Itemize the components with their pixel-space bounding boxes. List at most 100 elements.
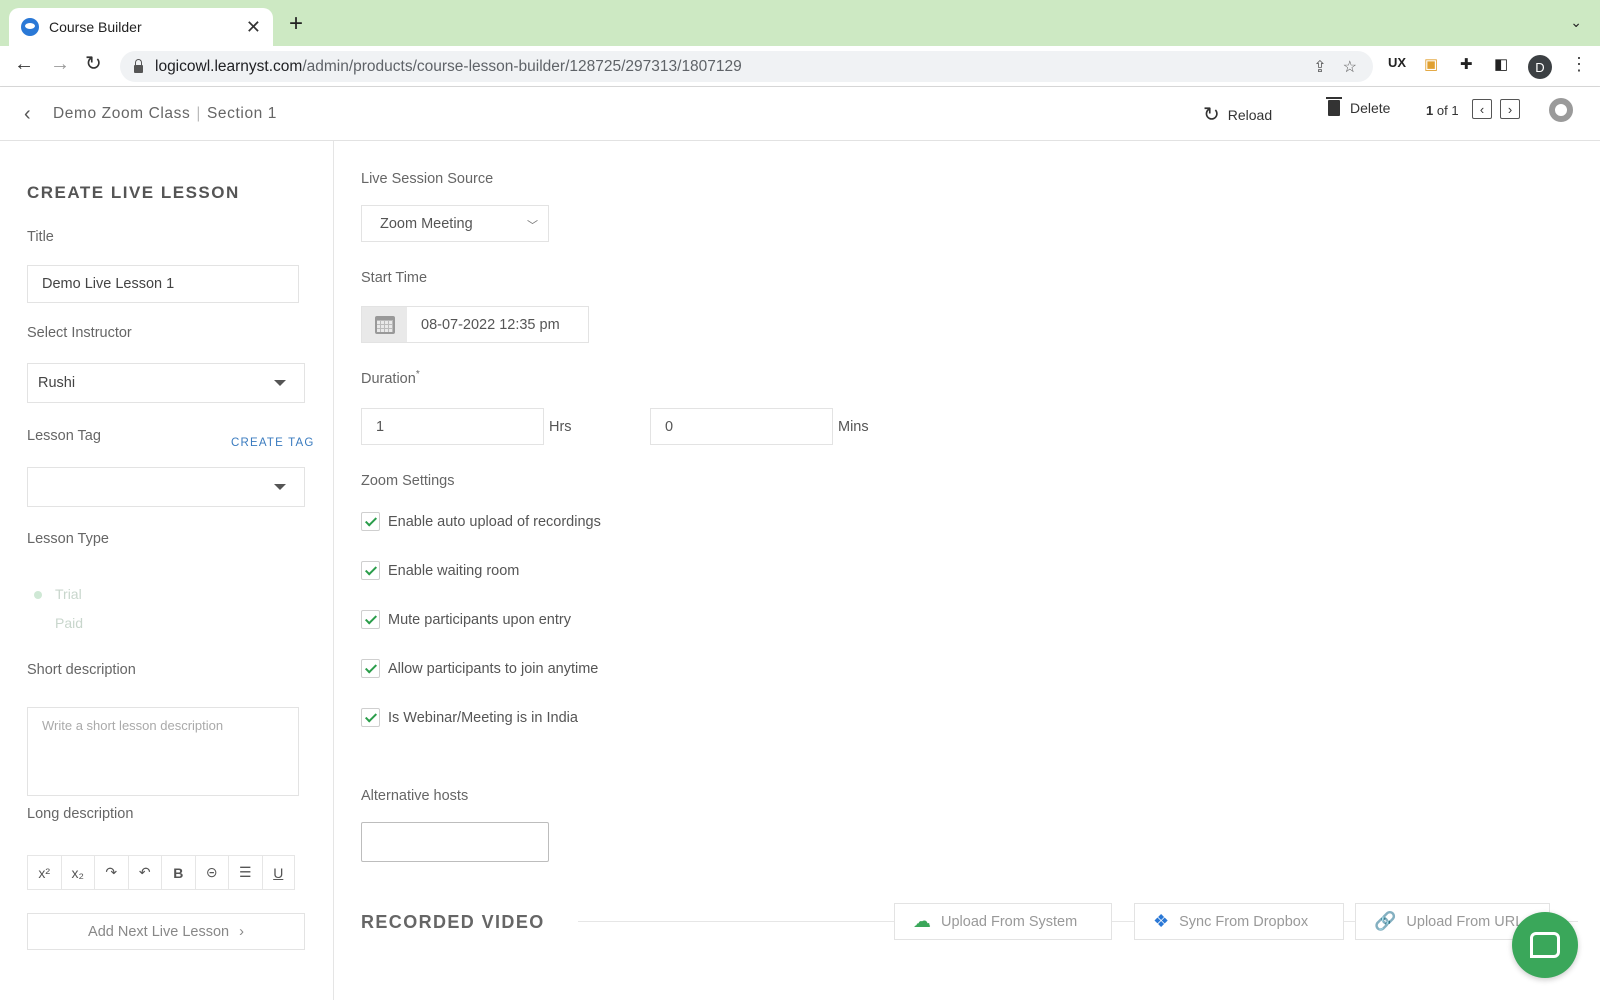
- tab-close-icon[interactable]: ✕: [246, 17, 261, 38]
- puzzle-extensions-icon[interactable]: ✚: [1460, 55, 1473, 73]
- upload-url-label: Upload From URL: [1406, 913, 1524, 930]
- profile-avatar[interactable]: D: [1528, 55, 1552, 79]
- zoom-settings-label: Zoom Settings: [361, 473, 455, 489]
- zoom-setting-row[interactable]: Enable auto upload of recordings: [361, 512, 601, 531]
- lock-icon: [134, 58, 143, 73]
- pager-indicator: 1 of 1: [1426, 103, 1459, 118]
- breadcrumb-course[interactable]: Demo Zoom Class: [53, 105, 190, 122]
- chat-support-button[interactable]: [1512, 912, 1578, 978]
- tab-search-chevron-icon[interactable]: ⌄: [1570, 14, 1582, 31]
- title-input[interactable]: Demo Live Lesson 1: [27, 265, 299, 303]
- link-button[interactable]: ⊝: [194, 855, 228, 890]
- short-desc-placeholder: Write a short lesson description: [42, 718, 224, 733]
- short-desc-textarea[interactable]: Write a short lesson description: [27, 707, 299, 796]
- start-time-picker[interactable]: 08-07-2022 12:35 pm: [361, 306, 589, 343]
- alt-hosts-label: Alternative hosts: [361, 788, 469, 804]
- calendar-icon[interactable]: [362, 307, 407, 342]
- refresh-icon: ↻: [1203, 104, 1220, 126]
- checkbox-checked[interactable]: [361, 512, 380, 531]
- zoom-setting-label: Is Webinar/Meeting is in India: [388, 709, 578, 726]
- new-tab-icon[interactable]: +: [289, 12, 303, 36]
- zoom-setting-label: Enable waiting room: [388, 562, 520, 579]
- redo-button[interactable]: ↷: [94, 855, 128, 890]
- undo-button[interactable]: ↶: [127, 855, 161, 890]
- reload-button[interactable]: ↻ Reload: [1203, 102, 1272, 127]
- next-page-icon[interactable]: ›: [1500, 99, 1520, 119]
- zoom-setting-row[interactable]: Enable waiting room: [361, 561, 519, 580]
- checkbox-checked[interactable]: [361, 561, 380, 580]
- create-tag-link[interactable]: CREATE TAG: [231, 437, 315, 449]
- page-current: 1: [1426, 103, 1434, 118]
- duration-hours-input[interactable]: 1: [361, 408, 544, 445]
- duration-mins-input[interactable]: 0: [650, 408, 833, 445]
- caret-down-icon: [274, 484, 286, 490]
- side-panel-icon[interactable]: ◧: [1494, 55, 1508, 73]
- page-total: of 1: [1436, 103, 1459, 118]
- bookmark-star-icon[interactable]: ☆: [1343, 57, 1357, 77]
- browser-tab-strip: Course Builder ✕ + ⌄: [0, 0, 1600, 46]
- prev-page-icon[interactable]: ‹: [1472, 99, 1492, 119]
- forward-arrow-icon[interactable]: →: [50, 54, 70, 74]
- lesson-form-panel: CREATE LIVE LESSON Title Demo Live Lesso…: [0, 141, 334, 1000]
- back-arrow-icon[interactable]: ←: [14, 54, 34, 74]
- title-value: Demo Live Lesson 1: [42, 276, 175, 292]
- source-select[interactable]: Zoom Meeting ﹀: [361, 205, 549, 242]
- delete-button[interactable]: Delete: [1326, 97, 1390, 116]
- url-path: /admin/products/course-lesson-builder/12…: [302, 57, 742, 75]
- title-label: Title: [27, 229, 54, 245]
- caret-down-icon: [274, 380, 286, 386]
- chevron-down-icon: ﹀: [527, 220, 538, 232]
- radio-trial-selected[interactable]: [34, 591, 42, 599]
- add-next-live-lesson-button[interactable]: Add Next Live Lesson ›: [27, 913, 305, 950]
- list-button[interactable]: ☰: [228, 855, 262, 890]
- tab-title: Course Builder: [49, 19, 142, 35]
- zoom-setting-label: Enable auto upload of recordings: [388, 513, 601, 530]
- lesson-tag-select[interactable]: [27, 467, 305, 507]
- required-marker: *: [415, 369, 420, 380]
- checkbox-checked[interactable]: [361, 610, 380, 629]
- breadcrumb-section[interactable]: Section 1: [207, 105, 277, 122]
- zoom-setting-row[interactable]: Allow participants to join anytime: [361, 659, 598, 678]
- rich-text-toolbar: x² x₂ ↷ ↶ B ⊝ ☰ U: [27, 855, 295, 890]
- hours-unit: Hrs: [549, 419, 572, 435]
- superscript-button[interactable]: x²: [27, 855, 61, 890]
- underline-button[interactable]: U: [261, 855, 295, 890]
- alt-hosts-input[interactable]: [361, 822, 549, 862]
- checkbox-checked[interactable]: [361, 659, 380, 678]
- panel-title: CREATE LIVE LESSON: [27, 183, 240, 202]
- browser-tab[interactable]: Course Builder ✕: [9, 8, 273, 46]
- radio-paid-label[interactable]: Paid: [55, 615, 83, 631]
- back-chevron-icon[interactable]: ‹: [24, 103, 31, 126]
- instructor-select[interactable]: Rushi: [27, 363, 305, 403]
- zoom-setting-label: Mute participants upon entry: [388, 611, 571, 628]
- long-desc-label: Long description: [27, 806, 134, 822]
- share-icon[interactable]: ⇪: [1313, 57, 1326, 77]
- recorded-video-title: RECORDED VIDEO: [361, 912, 545, 932]
- instructor-label: Select Instructor: [27, 325, 132, 341]
- url-field[interactable]: logicowl.learnyst.com/admin/products/cou…: [120, 51, 1373, 82]
- radio-trial-label[interactable]: Trial: [55, 586, 82, 602]
- reload-page-icon[interactable]: ↻: [85, 54, 102, 74]
- address-bar-row: ← → ↻ logicowl.learnyst.com/admin/produc…: [0, 46, 1600, 87]
- capture-extension-icon[interactable]: ▣: [1424, 55, 1438, 73]
- short-desc-label: Short description: [27, 662, 136, 678]
- source-value: Zoom Meeting: [380, 215, 473, 232]
- ux-extension-icon[interactable]: UX: [1388, 55, 1406, 70]
- sync-dropbox-label: Sync From Dropbox: [1179, 913, 1309, 930]
- app-header: ‹ Demo Zoom Class | Section 1 ↻ Reload Del…: [0, 87, 1600, 141]
- trash-icon: [1326, 97, 1342, 116]
- upload-system-label: Upload From System: [941, 913, 1078, 930]
- subscript-button[interactable]: x₂: [60, 855, 94, 890]
- cloud-upload-icon: ☁: [913, 911, 931, 931]
- bold-button[interactable]: B: [161, 855, 195, 890]
- url-host: logicowl.learnyst.com: [155, 57, 303, 75]
- help-lifebuoy-icon[interactable]: [1549, 98, 1573, 122]
- checkbox-checked[interactable]: [361, 708, 380, 727]
- upload-from-system-button[interactable]: ☁ Upload From System: [894, 903, 1112, 940]
- zoom-setting-row[interactable]: Is Webinar/Meeting is in India: [361, 708, 578, 727]
- sync-from-dropbox-button[interactable]: ❖ Sync From Dropbox: [1134, 903, 1344, 940]
- dropbox-icon: ❖: [1153, 911, 1170, 931]
- zoom-setting-row[interactable]: Mute participants upon entry: [361, 610, 571, 629]
- start-time-label: Start Time: [361, 270, 428, 286]
- browser-menu-icon[interactable]: ⋮: [1570, 54, 1588, 75]
